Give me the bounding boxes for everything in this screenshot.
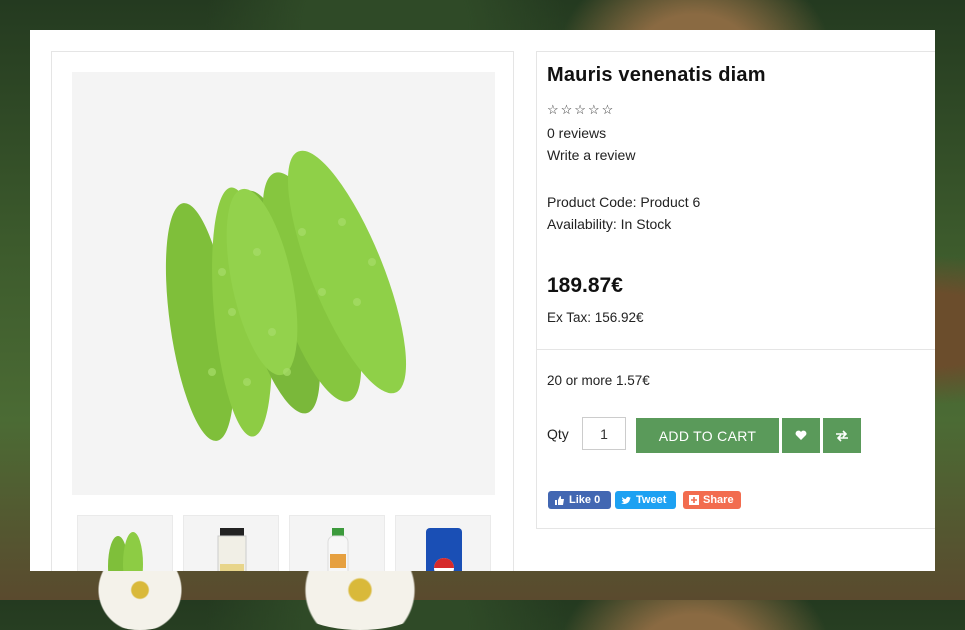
product-code: Product Code: Product 6 (547, 194, 701, 210)
compare-arrows-icon (836, 429, 848, 442)
quantity-discount: 20 or more 1.57€ (547, 373, 650, 388)
main-product-image[interactable] (72, 72, 495, 495)
tweet-label: Tweet (636, 494, 667, 506)
thumbnail-bottle[interactable] (289, 515, 385, 571)
share-button[interactable]: Share (683, 491, 741, 509)
product-info: Mauris venenatis diam ☆☆☆☆☆ 0 reviews Wr… (536, 51, 935, 529)
write-review-link[interactable]: Write a review (547, 147, 635, 163)
thumbnail-spice-jar[interactable] (183, 515, 279, 571)
product-panel: Mauris venenatis diam ☆☆☆☆☆ 0 reviews Wr… (30, 30, 935, 571)
availability: Availability: In Stock (547, 216, 672, 232)
qty-label: Qty (547, 426, 569, 442)
divider (537, 349, 935, 350)
ex-tax-price: Ex Tax: 156.92€ (547, 310, 644, 325)
share-label: Share (703, 494, 734, 506)
wishlist-button[interactable] (782, 418, 820, 453)
product-gallery (51, 51, 514, 571)
product-title: Mauris venenatis diam (547, 64, 766, 86)
thumbs-up-icon (555, 495, 564, 505)
quantity-input[interactable] (582, 417, 626, 450)
compare-button[interactable] (823, 418, 861, 453)
facebook-like-button[interactable]: Like 0 (548, 491, 611, 509)
thumbnail-bitter-gourd[interactable] (77, 515, 173, 571)
tweet-button[interactable]: Tweet (615, 491, 676, 509)
twitter-bird-icon (621, 496, 631, 504)
bitter-gourd-illustration (165, 150, 407, 441)
like-count: Like 0 (569, 494, 601, 506)
reviews-link[interactable]: 0 reviews (547, 125, 606, 141)
product-price: 189.87€ (547, 274, 623, 297)
plus-square-icon (689, 495, 699, 505)
heart-icon (795, 430, 807, 440)
thumbnail-soda-can[interactable] (395, 515, 491, 571)
add-to-cart-button[interactable]: ADD TO CART (636, 418, 779, 453)
rating-stars-icon: ☆☆☆☆☆ (547, 102, 616, 117)
